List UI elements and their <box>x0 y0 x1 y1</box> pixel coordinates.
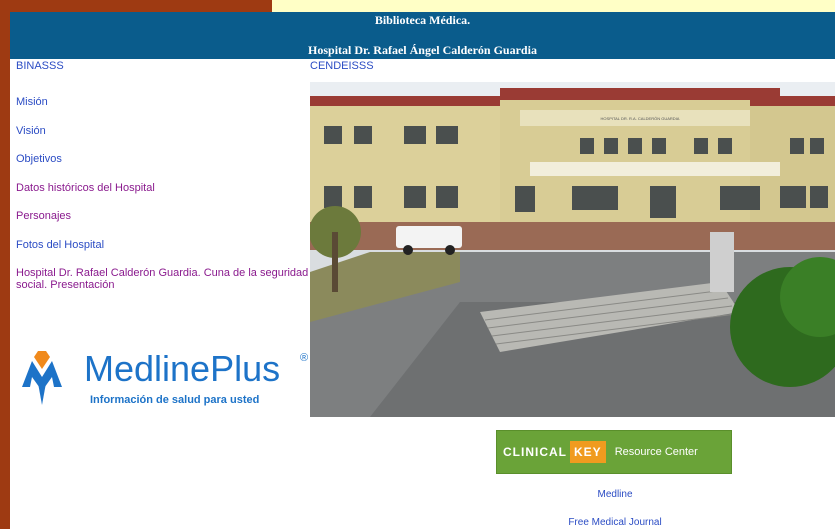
main-content: BINASSS Misión Visión Objetivos Datos hi… <box>10 59 835 529</box>
medline-brand: MedlinePlus <box>84 348 280 389</box>
medline-reg: ® <box>300 352 308 364</box>
nav-link-fotos[interactable]: Fotos del Hospital <box>16 239 316 251</box>
medline-tagline: Información de salud para usted <box>90 394 259 406</box>
binasss-heading: BINASSS <box>16 60 64 72</box>
top-yellow-strip <box>272 0 835 12</box>
hospital-photo: HOSPITAL DR. R.A. CALDERÓN GUARDIA <box>310 82 835 417</box>
clinical-key-text-clinical: CLINICAL <box>503 445 567 459</box>
photo-building-sign: HOSPITAL DR. R.A. CALDERÓN GUARDIA <box>601 116 680 121</box>
nav-link-vision[interactable]: Visión <box>16 125 316 137</box>
header-banner: Biblioteca Médica. Hospital Dr. Rafael Á… <box>10 12 835 59</box>
link-free-medical-journal[interactable]: Free Medical Journal <box>490 517 740 528</box>
link-medline[interactable]: Medline <box>490 489 740 500</box>
nav-link-datos-historicos[interactable]: Datos históricos del Hospital <box>16 182 316 194</box>
nav-link-objetivos[interactable]: Objetivos <box>16 153 316 165</box>
medlineplus-logo-graphic: MedlinePlus ® Información de salud para … <box>22 348 308 406</box>
nav-link-mision[interactable]: Misión <box>16 96 316 108</box>
clinical-key-text-key: KEY <box>570 441 606 463</box>
cendeisss-heading: CENDEISSS <box>310 60 374 72</box>
clinical-key-text-resource: Resource Center <box>614 446 698 458</box>
banner-title: Biblioteca Médica. <box>374 13 471 27</box>
clinical-key-banner[interactable]: CLINICAL KEY Resource Center <box>496 430 732 474</box>
banner-subtitle: Hospital Dr. Rafael Ángel Calderón Guard… <box>308 43 537 57</box>
medlineplus-logo[interactable]: MedlinePlus ® Información de salud para … <box>18 347 310 409</box>
nav-link-cuna-seguridad-social[interactable]: Hospital Dr. Rafael Calderón Guardia. Cu… <box>16 267 316 291</box>
nav-link-personajes[interactable]: Personajes <box>16 210 316 222</box>
